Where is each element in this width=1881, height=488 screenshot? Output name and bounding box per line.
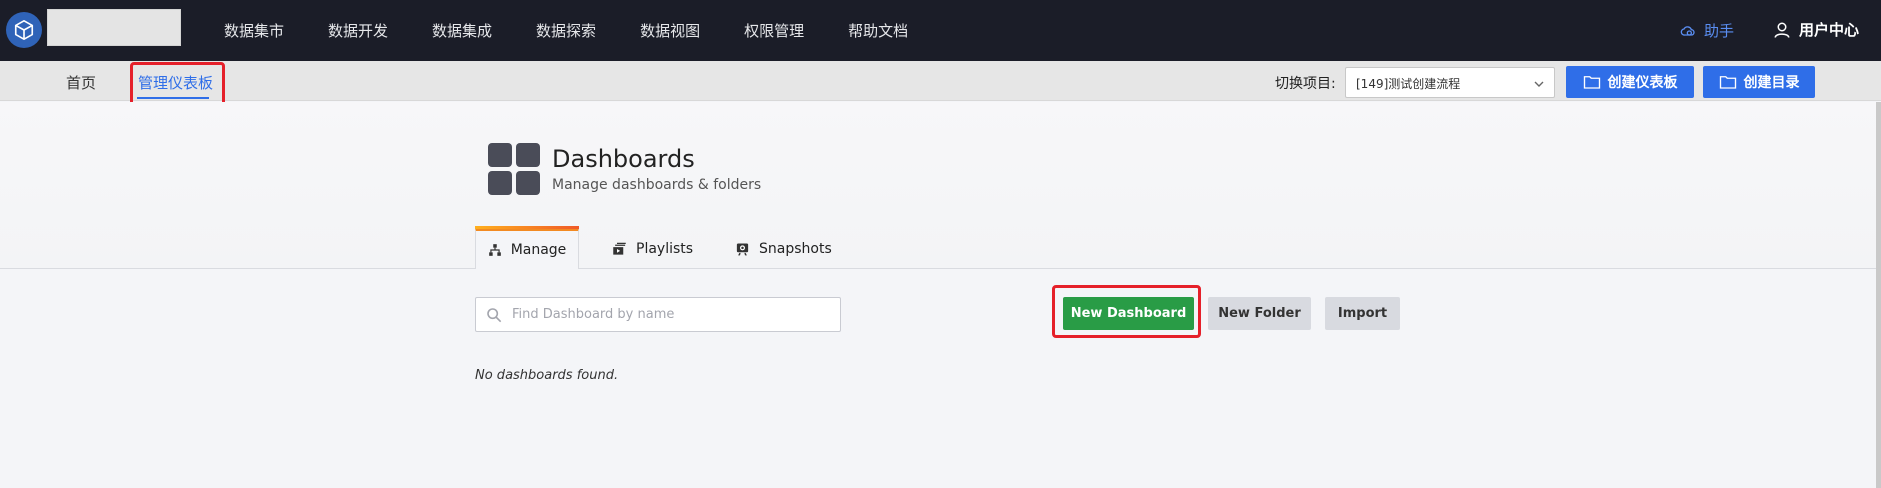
- folder-plus-icon: [1583, 76, 1600, 89]
- main-nav: 数据集市 数据开发 数据集成 数据探索 数据视图 权限管理 帮助文档: [202, 0, 930, 61]
- create-dashboard-button[interactable]: 创建仪表板: [1566, 66, 1694, 98]
- tab-snapshots-label: Snapshots: [759, 240, 832, 257]
- empty-state-message: No dashboards found.: [475, 368, 619, 383]
- search-box: [475, 297, 841, 332]
- nav-item-data-market[interactable]: 数据集市: [224, 20, 284, 41]
- switch-project-label: 切换项目:: [1275, 76, 1336, 92]
- cloud-assistant-icon: [1680, 25, 1695, 36]
- tab-playlists[interactable]: Playlists: [612, 228, 693, 269]
- user-center-link[interactable]: 用户中心: [1773, 19, 1859, 40]
- new-dashboard-button[interactable]: New Dashboard: [1063, 297, 1194, 330]
- nav-item-data-exploration[interactable]: 数据探索: [536, 20, 596, 41]
- tab-playlists-label: Playlists: [636, 240, 694, 257]
- create-folder-label: 创建目录: [1743, 75, 1800, 91]
- project-select-value: [149]测试创建流程: [1356, 77, 1461, 91]
- nav-item-help-docs[interactable]: 帮助文档: [848, 20, 908, 41]
- tab-manage-dashboards[interactable]: 管理仪表板: [138, 72, 213, 93]
- create-folder-button[interactable]: 创建目录: [1703, 66, 1815, 98]
- nav-item-data-development[interactable]: 数据开发: [328, 20, 388, 41]
- page-header-area: [0, 102, 1878, 268]
- active-tab-underline: [137, 97, 209, 99]
- search-input[interactable]: [512, 307, 812, 322]
- nav-item-permission-management[interactable]: 权限管理: [744, 20, 804, 41]
- chevron-down-icon: [1534, 81, 1544, 87]
- sub-navigation-bar: 首页 管理仪表板 切换项目: [149]测试创建流程 创建仪表板 创建目录: [0, 61, 1881, 101]
- assistant-label: 助手: [1704, 22, 1735, 40]
- top-navigation-bar: 数据集市 数据开发 数据集成 数据探索 数据视图 权限管理 帮助文档 助手 用户…: [0, 0, 1881, 61]
- tabs-divider: [0, 268, 1878, 269]
- tab-manage-label: Manage: [510, 242, 567, 258]
- tab-snapshots[interactable]: Snapshots: [735, 228, 832, 269]
- logo-cube-icon[interactable]: [6, 12, 42, 48]
- folder-icon: [1719, 76, 1736, 89]
- page-subtitle: Manage dashboards & folders: [552, 177, 762, 193]
- tab-home[interactable]: 首页: [66, 72, 96, 93]
- logo-placeholder: [47, 9, 181, 46]
- assistant-link[interactable]: 助手: [1680, 20, 1734, 41]
- nav-item-data-view[interactable]: 数据视图: [640, 20, 700, 41]
- new-folder-button[interactable]: New Folder: [1208, 297, 1311, 330]
- tab-manage[interactable]: Manage: [475, 228, 579, 269]
- active-tab-accent: [475, 226, 579, 229]
- user-icon: [1774, 22, 1790, 38]
- project-select[interactable]: [149]测试创建流程: [1345, 67, 1555, 98]
- camera-icon: [736, 243, 749, 256]
- create-dashboard-label: 创建仪表板: [1607, 75, 1678, 91]
- dashboards-grid-icon: [488, 143, 540, 195]
- playlist-icon: [613, 242, 626, 255]
- user-center-label: 用户中心: [1799, 21, 1860, 39]
- sitemap-icon: [488, 244, 501, 256]
- nav-item-data-integration[interactable]: 数据集成: [432, 20, 492, 41]
- page-title: Dashboards: [552, 145, 695, 173]
- search-icon: [487, 307, 502, 322]
- scrollbar[interactable]: [1876, 102, 1881, 488]
- import-button[interactable]: Import: [1325, 297, 1400, 330]
